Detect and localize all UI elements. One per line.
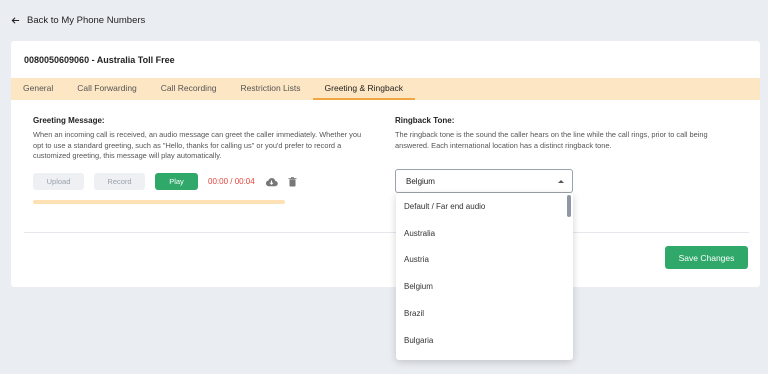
dropdown-option[interactable]: Australia	[396, 220, 573, 247]
divider	[24, 232, 749, 233]
tab-label: Restriction Lists	[240, 83, 301, 93]
dropdown-option[interactable]: Belgium	[396, 273, 573, 300]
ringback-description: The ringback tone is the sound the calle…	[395, 130, 708, 150]
playback-time: 00:00 / 00:04	[208, 177, 255, 186]
ringback-title: Ringback Tone:	[395, 116, 455, 125]
dropdown-scrollbar[interactable]	[567, 195, 571, 217]
tab-label: Call Forwarding	[77, 83, 137, 93]
record-button[interactable]: Record	[94, 173, 145, 190]
dropdown-option[interactable]: Bulgaria	[396, 327, 573, 354]
arrow-left-icon	[11, 16, 20, 25]
tab-restriction-lists[interactable]: Restriction Lists	[229, 78, 313, 100]
back-link-label: Back to My Phone Numbers	[27, 15, 146, 26]
caret-up-icon	[558, 179, 564, 183]
trash-icon[interactable]	[288, 176, 297, 187]
cloud-download-icon[interactable]	[265, 177, 278, 187]
tab-greeting-ringback[interactable]: Greeting & Ringback	[312, 78, 415, 100]
greeting-description: When an incoming call is received, an au…	[33, 130, 362, 160]
playback-progress[interactable]	[33, 200, 285, 204]
dropdown-option[interactable]: Brazil	[396, 300, 573, 327]
tab-call-forwarding[interactable]: Call Forwarding	[65, 78, 149, 100]
tab-label: General	[23, 83, 54, 93]
tab-bar: General Call Forwarding Call Recording R…	[11, 78, 760, 100]
ringback-select[interactable]: Belgium	[395, 169, 573, 193]
greeting-controls: Upload Record Play 00:00 / 00:04	[33, 173, 297, 190]
page-title: 0080050609060 - Australia Toll Free	[24, 55, 175, 65]
ringback-selected-value: Belgium	[406, 176, 435, 186]
dropdown-option[interactable]: Default / Far end audio	[396, 193, 573, 220]
play-button[interactable]: Play	[155, 173, 198, 190]
tab-label: Call Recording	[160, 83, 217, 93]
tab-call-recording[interactable]: Call Recording	[149, 78, 229, 100]
tab-label: Greeting & Ringback	[324, 83, 403, 93]
back-link[interactable]: Back to My Phone Numbers	[11, 15, 145, 26]
upload-button[interactable]: Upload	[33, 173, 84, 190]
ringback-dropdown[interactable]: Default / Far end audio Australia Austri…	[396, 193, 573, 360]
phone-number-card: 0080050609060 - Australia Toll Free Gene…	[11, 41, 760, 287]
greeting-title: Greeting Message:	[33, 116, 105, 125]
dropdown-option[interactable]: Austria	[396, 247, 573, 274]
tab-general[interactable]: General	[11, 78, 65, 100]
save-changes-button[interactable]: Save Changes	[665, 246, 748, 269]
